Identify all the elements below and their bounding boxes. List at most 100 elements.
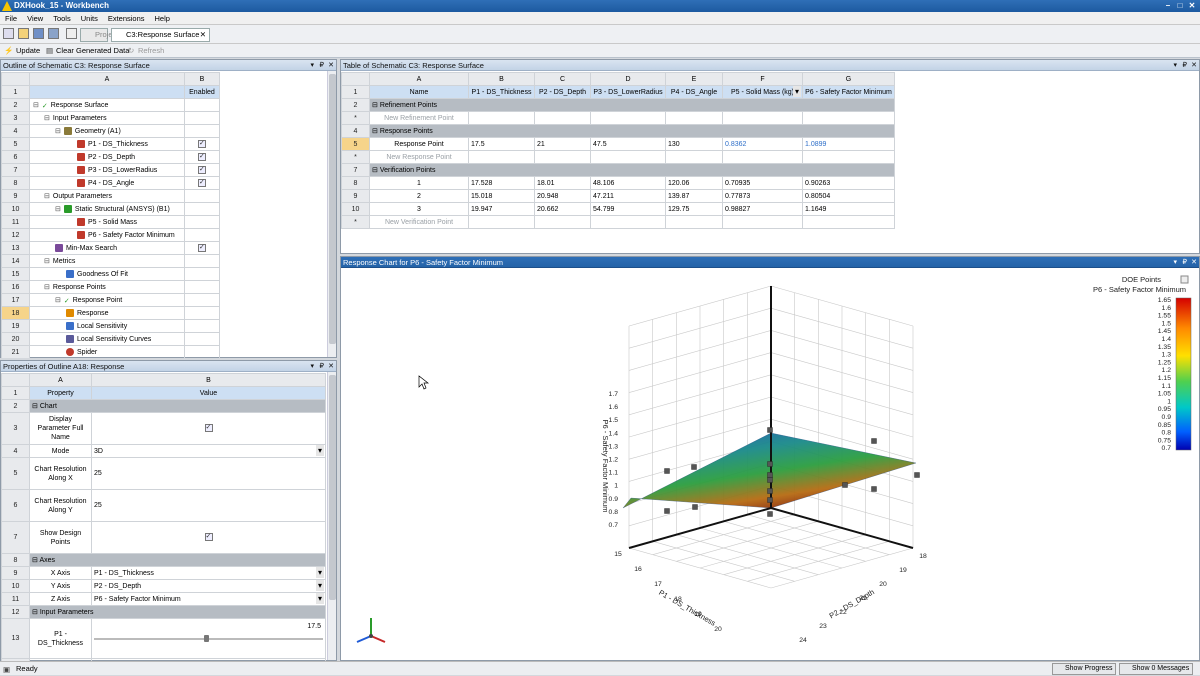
outline-row[interactable]: 17 ⊟ ✓ Response Point [1,293,220,307]
table-section[interactable]: ⊟ Response Points [369,124,895,138]
refresh-button[interactable]: Refresh [138,44,164,57]
property-value[interactable]: 17.5 [91,618,326,659]
property-section[interactable]: ⊟ Chart [29,399,326,413]
table-cell[interactable]: 15.018 [468,189,535,203]
table-cell[interactable] [590,111,666,125]
table-header-cell[interactable]: Name [369,85,469,99]
outline-row-label-cell[interactable]: Goodness Of Fit [29,267,185,281]
outline-row-label-cell[interactable]: ⊟ ✓ Response Surface [29,98,185,112]
menu-units[interactable]: Units [76,12,103,25]
panel-menu-icon[interactable]: ▾ [1173,60,1177,71]
properties-scrollbar[interactable] [327,372,336,660]
table-header-cell[interactable]: P3 - DS_LowerRadius [590,85,666,99]
outline-row-label-cell[interactable] [29,85,185,99]
slider-thumb[interactable] [204,635,209,642]
table-row[interactable]: 9 2 15.018 20.948 47.211 139.87 0.77873 0.80504 [341,189,895,203]
table-cell[interactable]: 20.662 [534,202,591,216]
property-combo-value[interactable]: P2 - DS_Depth [94,583,141,590]
table-cell[interactable]: New Response Point [369,150,469,164]
panel-pin-icon[interactable]: ₽ [1183,60,1187,71]
enabled-checkbox[interactable] [198,139,206,149]
menu-extensions[interactable]: Extensions [103,12,150,25]
table-cell[interactable] [722,150,803,164]
table-cell[interactable] [722,215,803,229]
table-cell[interactable] [665,150,723,164]
outline-row-label-cell[interactable]: Min-Max Search [29,241,185,255]
table-cell[interactable]: 47.211 [590,189,666,203]
table-section[interactable]: ⊟ Refinement Points [369,98,895,112]
enabled-checkbox[interactable] [198,152,206,162]
table-cell[interactable] [665,111,723,125]
table-cell[interactable] [590,150,666,164]
panel-close-icon[interactable]: ✕ [1191,60,1197,71]
property-text-value[interactable]: 25 [94,470,102,477]
menu-help[interactable]: Help [150,12,175,25]
tab-project[interactable]: Project [80,28,118,42]
table-cell[interactable]: 3 [369,202,469,216]
collapse-toggle-icon[interactable]: ⊟ [372,128,380,135]
table-cell[interactable]: 0.90263 [802,176,895,190]
table-cell[interactable]: New Refinement Point [369,111,469,125]
outline-row[interactable]: 10 ⊟ Static Structural (ANSYS) (B1) [1,202,220,216]
menu-tools[interactable]: Tools [48,12,76,25]
table-cell[interactable]: 0.98827 [722,202,803,216]
panel-menu-icon[interactable]: ▾ [310,60,314,71]
table-row[interactable]: 4 ⊟ Response Points [341,124,895,138]
table-cell[interactable]: 1.0899 [802,137,895,151]
table-cell[interactable] [468,150,535,164]
outline-row-label-cell[interactable]: ⊟ Response Points [29,280,185,294]
update-button[interactable]: Update [16,44,40,57]
slider-value[interactable]: 17.5 [307,621,321,632]
outline-row[interactable]: 9 ⊟ Output Parameters [1,189,220,203]
property-checkbox[interactable] [204,422,213,433]
outline-row[interactable]: 20 Local Sensitivity Curves [1,332,220,346]
outline-enabled-cell[interactable] [184,163,220,177]
outline-row-label-cell[interactable]: Response [29,306,185,320]
table-header-cell[interactable]: P4 - DS_Angle [665,85,723,99]
panel-close-icon[interactable]: ✕ [328,60,334,71]
table-cell[interactable] [534,111,591,125]
table-cell[interactable] [534,150,591,164]
table-row[interactable]: 7 ⊟ Verification Points [341,163,895,177]
outline-row-label-cell[interactable]: P2 - DS_Depth [29,150,185,164]
panel-menu-icon[interactable]: ▾ [310,361,314,372]
property-checkbox[interactable] [204,531,213,542]
property-value[interactable]: P1 - DS_Thickness [91,566,326,580]
show-messages-button[interactable]: Show 0 Messages [1119,663,1194,675]
table-cell[interactable]: 129.75 [665,202,723,216]
outline-row[interactable]: 1 Enabled [1,85,220,99]
enabled-checkbox[interactable] [198,243,206,253]
save-as-icon[interactable] [48,28,59,39]
outline-row-label-cell[interactable]: P6 - Safety Factor Minimum [29,228,185,242]
table-cell[interactable]: 1 [369,176,469,190]
table-cell[interactable] [802,215,895,229]
outline-row-label-cell[interactable]: Spider [29,345,185,358]
outline-enabled-cell[interactable] [184,137,220,151]
table-cell[interactable]: 139.87 [665,189,723,203]
outline-row[interactable]: 11 P5 - Solid Mass [1,215,220,229]
outline-row[interactable]: 19 Local Sensitivity [1,319,220,333]
panel-menu-icon[interactable]: ▾ [1173,257,1177,268]
tab-response-surface[interactable]: C3:Response Surface ✕ [111,28,210,42]
property-value[interactable]: P2 - DS_Depth [91,579,326,593]
expand-toggle-icon[interactable]: ⊟ [33,102,39,109]
tab-close-icon[interactable]: ✕ [200,29,206,41]
table-cell[interactable]: 2 [369,189,469,203]
outline-row[interactable]: 21 Spider [1,345,220,358]
open-icon[interactable] [18,28,29,39]
table-row[interactable]: 8 1 17.528 18.01 48.106 120.06 0.70935 0.90263 [341,176,895,190]
outline-row-label-cell[interactable]: ⊟ Input Parameters [29,111,185,125]
collapse-toggle-icon[interactable]: ⊟ [372,167,380,174]
expand-toggle-icon[interactable]: ⊟ [55,297,61,304]
table-cell[interactable]: 1.1649 [802,202,895,216]
property-section[interactable]: ⊟ Input Parameters [29,605,326,619]
expand-toggle-icon[interactable]: ⊟ [44,258,50,265]
table-cell[interactable] [722,111,803,125]
table-cell[interactable] [590,215,666,229]
outline-enabled-cell[interactable] [184,241,220,255]
table-row[interactable]: 10 3 19.947 20.662 54.799 129.75 0.98827 1.1649 [341,202,895,216]
outline-row[interactable]: 14 ⊟ Metrics [1,254,220,268]
expand-toggle-icon[interactable]: ⊟ [55,128,61,135]
table-cell[interactable]: 47.5 [590,137,666,151]
import-icon[interactable] [66,28,77,39]
